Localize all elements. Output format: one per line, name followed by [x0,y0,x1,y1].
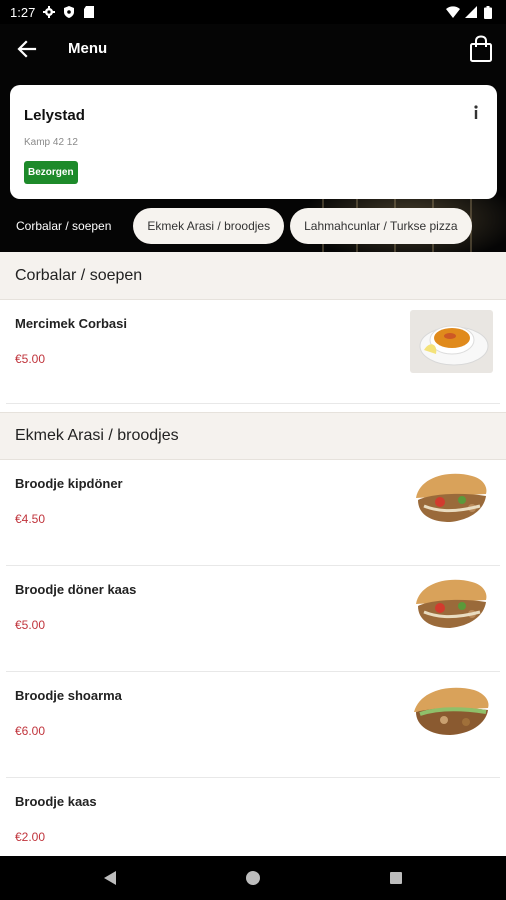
nav-back-button[interactable] [100,868,120,888]
menu-item[interactable]: Mercimek Corbasi €5.00 [6,300,500,404]
arrow-left-icon [17,40,37,58]
gear-icon [43,6,56,18]
info-button[interactable] [468,103,484,121]
category-tabs: Corbalar / soepen Ekmek Arasi / broodjes… [0,206,506,246]
shield-icon [63,6,75,18]
store-name: Lelystad [24,107,85,124]
cart-button[interactable] [466,34,496,64]
item-price: €2.00 [15,830,46,844]
tab-corbalar[interactable]: Corbalar / soepen [0,208,127,244]
tab-ekmek-arasi[interactable]: Ekmek Arasi / broodjes [133,208,285,244]
square-recents-icon [390,872,402,884]
item-name: Mercimek Corbasi [15,316,127,331]
wifi-icon [446,6,460,18]
item-image-doner [410,682,493,745]
store-card[interactable]: Lelystad Kamp 42 12 Bezorgen [10,85,497,199]
shopping-bag-icon [470,35,492,62]
navigation-bar [0,856,506,900]
store-address: Kamp 42 12 [24,137,78,148]
menu-item[interactable]: Broodje shoarma €6.00 [6,672,500,778]
triangle-back-icon [104,871,116,885]
page-title: Menu [68,40,108,57]
item-price: €5.00 [15,618,46,632]
status-bar: 1:27 [0,0,506,24]
menu-item[interactable]: Broodje kipdöner €4.50 [6,460,500,566]
item-price: €4.50 [15,512,46,526]
item-price: €6.00 [15,724,46,738]
item-name: Broodje kipdöner [15,476,123,491]
section-header: Corbalar / soepen [0,252,506,300]
status-time: 1:27 [10,4,36,20]
back-button[interactable] [14,36,40,62]
item-price: €5.00 [15,352,46,366]
item-image-doner [410,470,493,533]
tab-lahmahcunlar[interactable]: Lahmahcunlar / Turkse pizza [290,208,472,244]
battery-icon [484,6,496,19]
signal-icon [465,6,477,18]
circle-home-icon [246,871,260,885]
nav-recents-button[interactable] [386,868,406,888]
item-image-doner [410,576,493,639]
sd-card-icon [83,6,95,18]
item-image-lentil-soup [410,310,493,373]
nav-home-button[interactable] [243,868,263,888]
section-header: Ekmek Arasi / broodjes [0,412,506,460]
item-name: Broodje döner kaas [15,582,137,597]
menu-list: Corbalar / soepen Mercimek Corbasi €5.00… [0,252,506,856]
menu-item[interactable]: Broodje kaas €2.00 [6,778,500,856]
delivery-badge: Bezorgen [24,161,78,184]
menu-item[interactable]: Broodje döner kaas €5.00 [6,566,500,672]
item-name: Broodje shoarma [15,688,122,703]
item-name: Broodje kaas [15,794,97,809]
info-icon [474,105,478,119]
app-bar: Menu [0,24,506,76]
